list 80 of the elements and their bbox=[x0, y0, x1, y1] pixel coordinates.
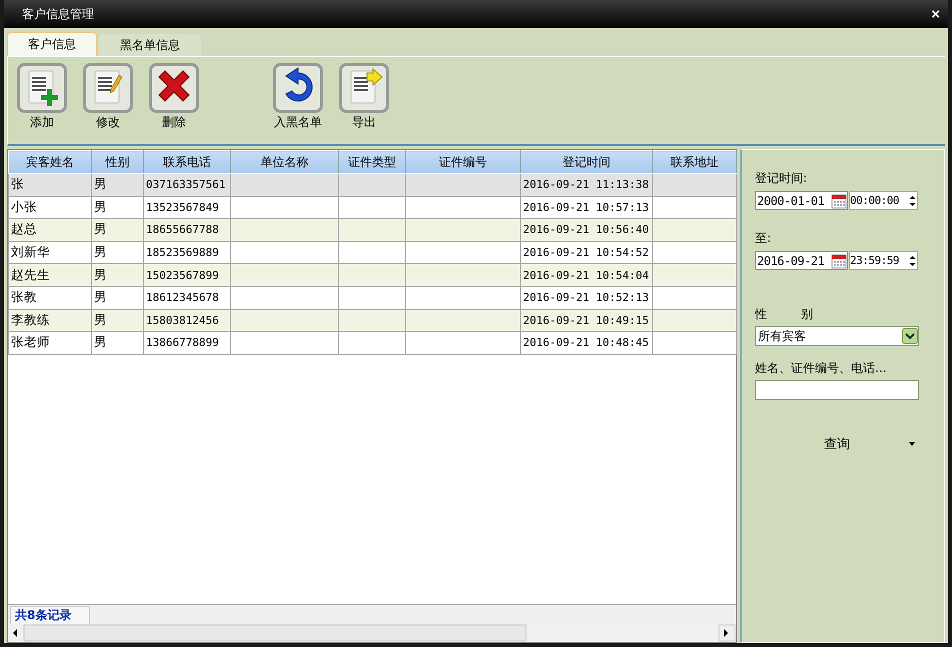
tab[interactable]: 黑名单信息 bbox=[99, 34, 201, 56]
table-row[interactable]: 张教 男 18612345678 2016-09-21 10:52:13 bbox=[8, 286, 736, 310]
caret-icon bbox=[909, 442, 915, 446]
tab[interactable]: 客户信息 bbox=[7, 32, 97, 56]
table-cell: 张老师 bbox=[11, 334, 50, 350]
cross-icon bbox=[149, 63, 199, 113]
field-label: 至: bbox=[755, 231, 772, 245]
field-label: 性 bbox=[755, 306, 767, 323]
table-row[interactable]: 李教练 男 15803812456 2016-09-21 10:49:15 bbox=[8, 309, 736, 332]
table-cell: 赵总 bbox=[11, 221, 37, 236]
table-row[interactable]: 赵先生 男 15023567899 2016-09-21 10:54:04 bbox=[8, 264, 736, 286]
table-cell: 13866778899 bbox=[146, 336, 219, 350]
column-header[interactable]: 性别 bbox=[92, 150, 144, 174]
table-cell: 男 bbox=[94, 198, 107, 214]
field-label: 姓名、证件编号、电话... bbox=[755, 361, 886, 375]
edit-document-icon bbox=[83, 63, 133, 113]
calendar-icon[interactable] bbox=[831, 252, 847, 268]
toolbar-button[interactable]: 修改 bbox=[82, 63, 134, 131]
table-cell: 15803812456 bbox=[146, 314, 219, 327]
table-row[interactable]: 张老师 男 13866778899 2016-09-21 10:48:45 bbox=[8, 332, 736, 354]
table-cell: 2016-09-21 10:48:45 bbox=[523, 336, 649, 350]
table-cell: 男 bbox=[94, 312, 107, 327]
spinner-arrows[interactable] bbox=[908, 254, 917, 268]
column-header[interactable]: 单位名称 bbox=[230, 150, 338, 174]
calendar-icon[interactable] bbox=[831, 192, 847, 208]
column-header[interactable]: 宾客姓名 bbox=[8, 150, 92, 174]
close-button[interactable]: × bbox=[929, 6, 942, 22]
horizontal-scrollbar[interactable] bbox=[8, 624, 736, 642]
table-cell: 2016-09-21 10:49:15 bbox=[523, 314, 649, 327]
field-label: 登记时间: bbox=[755, 170, 808, 187]
toolbar-button[interactable]: 入黑名单 bbox=[272, 63, 324, 131]
table-cell: 男 bbox=[94, 176, 107, 192]
chevron-down-icon bbox=[902, 328, 918, 344]
table-cell: 2016-09-21 10:57:13 bbox=[523, 200, 649, 214]
table-cell: 张教 bbox=[11, 289, 37, 304]
toolbar-button[interactable]: 导出 bbox=[338, 63, 390, 131]
table-cell: 小张 bbox=[11, 198, 37, 214]
column-header[interactable]: 证件编号 bbox=[406, 150, 520, 174]
time-field[interactable]: 00:00:00 bbox=[849, 191, 918, 210]
search-field[interactable] bbox=[755, 380, 919, 400]
date-field[interactable]: 2016-09-21 bbox=[755, 251, 848, 270]
table-cell: 男 bbox=[94, 289, 107, 304]
table-cell: 18523569889 bbox=[146, 246, 219, 260]
time-field[interactable]: 23:59:59 bbox=[849, 251, 918, 270]
table-cell: 18612345678 bbox=[146, 291, 219, 304]
add-document-icon bbox=[17, 63, 67, 113]
table-cell: 18655667788 bbox=[146, 223, 219, 236]
table-cell: 15023567899 bbox=[146, 268, 219, 282]
table-cell: 男 bbox=[94, 221, 107, 236]
window-title: 客户信息管理 bbox=[22, 6, 94, 22]
toolbar-button[interactable]: 添加 bbox=[16, 63, 68, 131]
table-cell: 男 bbox=[94, 334, 107, 350]
field-label: 别 bbox=[801, 306, 813, 323]
column-header[interactable]: 登记时间 bbox=[520, 150, 652, 174]
table-cell: 刘新华 bbox=[11, 244, 50, 260]
table-cell: 13523567849 bbox=[146, 200, 219, 214]
table-cell: 037163357561 bbox=[146, 178, 226, 192]
column-header[interactable]: 联系地址 bbox=[652, 150, 736, 174]
table-cell: 男 bbox=[94, 244, 107, 260]
table-row[interactable]: 刘新华 男 18523569889 2016-09-21 10:54:52 bbox=[8, 241, 736, 264]
table-row[interactable]: 小张 男 13523567849 2016-09-21 10:57:13 bbox=[8, 196, 736, 219]
query-button[interactable]: 查询 bbox=[755, 432, 919, 456]
toolbar-button[interactable]: 删除 bbox=[148, 63, 200, 131]
table-row[interactable]: 赵总 男 18655667788 2016-09-21 10:56:40 bbox=[8, 218, 736, 242]
record-count: 共8条记录 bbox=[10, 606, 90, 625]
spinner-arrows[interactable] bbox=[908, 194, 917, 208]
table-cell: 2016-09-21 10:54:52 bbox=[523, 246, 649, 260]
table-row[interactable]: 张 男 037163357561 2016-09-21 11:13:38 bbox=[8, 174, 736, 196]
table-cell: 男 bbox=[94, 266, 107, 282]
column-header[interactable]: 联系电话 bbox=[144, 150, 230, 174]
table-cell: 赵先生 bbox=[11, 266, 50, 282]
table-cell: 张 bbox=[11, 176, 24, 192]
column-header[interactable]: 证件类型 bbox=[338, 150, 406, 174]
table-cell: 2016-09-21 10:52:13 bbox=[523, 291, 649, 304]
table-cell: 2016-09-21 10:54:04 bbox=[523, 268, 649, 282]
gender-dropdown[interactable]: 所有宾客 bbox=[755, 326, 919, 346]
table-cell: 2016-09-21 10:56:40 bbox=[523, 223, 649, 236]
table-cell: 李教练 bbox=[11, 312, 50, 327]
table-cell: 2016-09-21 11:13:38 bbox=[523, 178, 649, 192]
date-field[interactable]: 2000-01-01 bbox=[755, 191, 848, 210]
